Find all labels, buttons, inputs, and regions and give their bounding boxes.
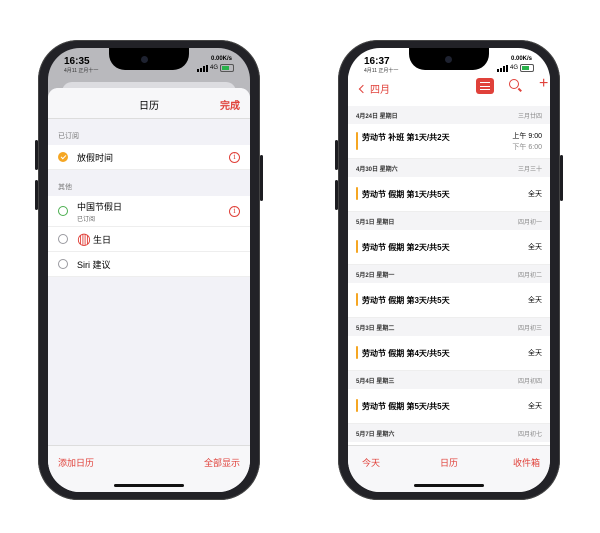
info-icon[interactable]: i xyxy=(229,151,240,163)
add-calendar-button[interactable]: 添加日历 xyxy=(58,456,94,469)
back-button[interactable]: 四月 xyxy=(358,81,390,96)
event-row[interactable]: 劳动节 假期 第3天/共5天 全天 xyxy=(348,283,550,318)
event-color-bar xyxy=(356,346,358,359)
dynamic-island xyxy=(109,48,189,70)
status-time: 16:35 xyxy=(64,56,90,67)
info-icon[interactable]: i xyxy=(229,205,240,217)
right-screen: 16:37 4月11 正月十一 0.00K/s 4G 四月 + 4月24日 星期… xyxy=(348,48,550,492)
day-header: 5月2日 星期一 四月初二 xyxy=(348,265,550,283)
add-icon[interactable]: + xyxy=(539,76,548,92)
event-row[interactable]: 劳动节 假期 第1天/共5天 全天 xyxy=(348,177,550,212)
network-type: 4G xyxy=(509,65,518,71)
signal-bars-icon xyxy=(196,64,208,72)
battery-icon xyxy=(220,64,234,72)
calendar-row-holiday-time[interactable]: 放假时间 i xyxy=(48,145,250,170)
event-list: 4月24日 星期日 三月廿四 劳动节 补班 第1天/共2天 上午 9:00 下午 6… xyxy=(348,106,550,446)
event-time: 上午 9:00 下午 6:00 xyxy=(512,133,542,151)
calendars-sheet: 日历 完成 已订阅 放假时间 i 其他 中国节假日 已订阅 i ◍ 生日 Sir… xyxy=(48,88,250,492)
day-header: 4月30日 星期六 三月三十 xyxy=(348,159,550,177)
event-title: 劳动节 假期 第1天/共5天 xyxy=(362,190,450,199)
left-screen: 16:35 4月11 正月十一 0.00K/s 4G 日历 完成 已订阅 放假时… xyxy=(48,48,250,492)
day-header: 5月1日 星期日 四月初一 xyxy=(348,212,550,230)
done-button[interactable]: 完成 xyxy=(220,97,240,112)
other-group: 中国节假日 已订阅 i ◍ 生日 Siri 建议 xyxy=(48,196,250,277)
event-row[interactable]: 劳动节 假期 第4天/共5天 全天 xyxy=(348,336,550,371)
home-indicator[interactable] xyxy=(414,484,484,487)
event-time: 全天 xyxy=(528,403,542,410)
day-header: 4月24日 星期日 三月廿四 xyxy=(348,106,550,124)
chevron-left-icon xyxy=(358,84,368,93)
back-label: 四月 xyxy=(370,85,390,96)
status-signal: 4G xyxy=(496,64,534,72)
event-title: 劳动节 补班 第1天/共2天 xyxy=(362,133,450,142)
show-all-button[interactable]: 全部显示 xyxy=(204,456,240,469)
event-row[interactable]: 劳动节 假期 第5天/共5天 全天 xyxy=(348,389,550,424)
event-time: 全天 xyxy=(528,297,542,304)
network-type: 4G xyxy=(209,65,218,71)
unchecked-circle-icon[interactable] xyxy=(58,234,68,244)
event-time: 全天 xyxy=(528,350,542,357)
calendar-row-china-holidays[interactable]: 中国节假日 已订阅 i xyxy=(48,196,250,227)
event-title: 劳动节 假期 第2天/共5天 xyxy=(362,243,450,252)
status-net-speed: 0.00K/s xyxy=(510,56,532,62)
event-time: 全天 xyxy=(528,191,542,198)
calendar-name: Siri 建议 xyxy=(77,259,111,270)
search-icon[interactable] xyxy=(509,79,519,89)
birthday-icon: ◍ xyxy=(77,231,91,248)
event-row[interactable]: 劳动节 补班 第1天/共2天 上午 9:00 下午 6:00 xyxy=(348,124,550,159)
battery-icon xyxy=(520,64,534,72)
subscribed-section-label: 已订阅 xyxy=(58,133,79,140)
right-phone: 16:37 4月11 正月十一 0.00K/s 4G 四月 + 4月24日 星期… xyxy=(335,40,563,500)
calendar-name: 中国节假日 xyxy=(77,201,123,212)
dynamic-island xyxy=(409,48,489,70)
home-indicator[interactable] xyxy=(114,484,184,487)
status-signal: 4G xyxy=(196,64,234,72)
status-net-speed: 0.00K/s xyxy=(210,56,232,62)
event-title: 劳动节 假期 第4天/共5天 xyxy=(362,349,450,358)
signal-bars-icon xyxy=(496,64,508,72)
event-title: 劳动节 假期 第3天/共5天 xyxy=(362,296,450,305)
status-date: 4月11 正月十一 xyxy=(364,68,399,74)
tab-bar: 今天 日历 收件箱 xyxy=(348,445,550,492)
event-title: 劳动节 假期 第5天/共5天 xyxy=(362,402,450,411)
list-view-icon[interactable] xyxy=(476,78,494,94)
event-row[interactable]: 劳动节 假期 第2天/共5天 全天 xyxy=(348,230,550,265)
sheet-footer: 添加日历 全部显示 xyxy=(48,445,250,492)
calendar-name: 生日 xyxy=(92,234,111,245)
calendar-row-siri-suggestions[interactable]: Siri 建议 xyxy=(48,252,250,277)
calendar-row-birthdays[interactable]: ◍ 生日 xyxy=(48,227,250,252)
status-time: 16:37 xyxy=(364,56,390,67)
event-color-bar xyxy=(356,187,358,200)
calendar-subtitle: 已订阅 xyxy=(77,216,96,223)
unchecked-circle-icon[interactable] xyxy=(58,206,68,216)
event-color-bar xyxy=(356,132,358,150)
status-date: 4月11 正月十一 xyxy=(64,68,99,74)
day-header: 5月4日 星期三 四月初四 xyxy=(348,371,550,389)
day-header: 5月7日 星期六 四月初七 xyxy=(348,424,550,442)
checked-circle-icon[interactable] xyxy=(58,152,68,162)
tab-inbox[interactable]: 收件箱 xyxy=(513,456,540,469)
unchecked-circle-icon[interactable] xyxy=(58,259,68,269)
subscribed-group: 放假时间 i xyxy=(48,145,250,170)
calendar-name: 放假时间 xyxy=(77,152,114,163)
event-color-bar xyxy=(356,240,358,253)
nav-bar: 四月 + xyxy=(348,74,550,102)
day-header: 5月3日 星期二 四月初三 xyxy=(348,318,550,336)
event-color-bar xyxy=(356,293,358,306)
event-time: 全天 xyxy=(528,244,542,251)
other-section-label: 其他 xyxy=(58,184,72,191)
sheet-header: 日历 完成 xyxy=(48,88,250,119)
left-phone: 16:35 4月11 正月十一 0.00K/s 4G 日历 完成 已订阅 放假时… xyxy=(35,40,263,500)
event-color-bar xyxy=(356,399,358,412)
